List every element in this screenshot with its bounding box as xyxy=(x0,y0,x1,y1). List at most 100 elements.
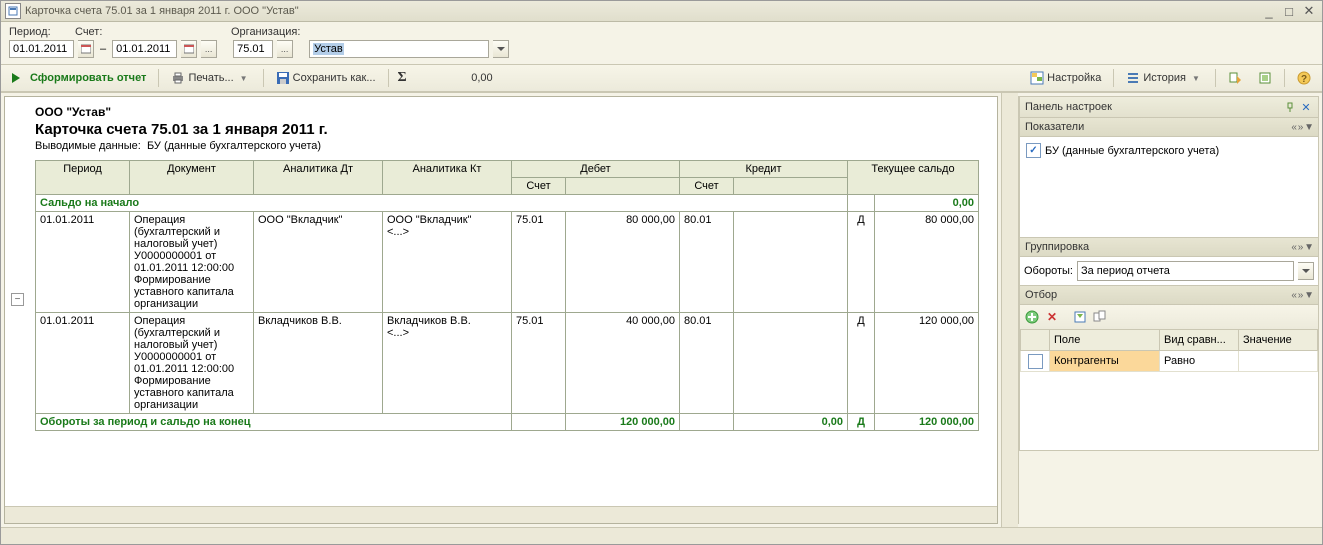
filter-row[interactable]: Контрагенты Равно xyxy=(1021,351,1318,372)
col-debit-acct: Счет xyxy=(512,178,566,195)
account-input[interactable]: 75.01 xyxy=(233,40,273,58)
filter-header[interactable]: Отбор « » ▼ xyxy=(1019,286,1319,305)
col-debit: Дебет xyxy=(512,161,680,178)
settings-button[interactable]: Настройка xyxy=(1023,67,1108,89)
close-button[interactable]: ✕ xyxy=(1300,4,1318,18)
app-window: Карточка счета 75.01 за 1 января 2011 г.… xyxy=(0,0,1323,545)
sum-value: 0,00 xyxy=(413,72,499,84)
col-credit: Кредит xyxy=(680,161,848,178)
settings-icon xyxy=(1030,71,1044,85)
content-area: − ООО "Устав" Карточка счета 75.01 за 1 … xyxy=(1,92,1322,527)
print-button[interactable]: Печать... ▼ xyxy=(164,67,257,89)
maximize-button[interactable]: □ xyxy=(1280,4,1298,18)
title-bar: Карточка счета 75.01 за 1 января 2011 г.… xyxy=(1,1,1322,22)
history-button[interactable]: История ▼ xyxy=(1119,67,1210,89)
filter-col-check xyxy=(1021,330,1050,351)
sigma-icon: Σ xyxy=(394,70,411,86)
section-arrows-icon[interactable]: « » ▼ xyxy=(1291,242,1313,253)
filter-cmp-cell[interactable]: Равно xyxy=(1160,351,1239,372)
minimize-button[interactable]: _ xyxy=(1260,4,1278,18)
col-document: Документ xyxy=(130,161,254,195)
run-report-button[interactable]: Сформировать отчет xyxy=(5,67,153,89)
report-scroll[interactable]: − ООО "Устав" Карточка счета 75.01 за 1 … xyxy=(5,97,997,506)
svg-text:?: ? xyxy=(1301,74,1307,85)
period-select-button[interactable]: ... xyxy=(201,40,217,58)
horizontal-scrollbar[interactable] xyxy=(5,506,997,523)
panel-pin-button[interactable] xyxy=(1283,100,1297,114)
disk-icon xyxy=(276,71,290,85)
section-arrows-icon[interactable]: « » ▼ xyxy=(1291,122,1313,133)
col-period: Период xyxy=(36,161,130,195)
report-subinfo: Выводимые данные: БУ (данные бухгалтерск… xyxy=(35,140,985,152)
chevron-down-icon: ▼ xyxy=(1189,71,1203,85)
date-separator: – xyxy=(98,43,108,55)
panel-close-button[interactable]: ✕ xyxy=(1299,100,1313,114)
org-dropdown-button[interactable] xyxy=(493,40,509,58)
period-label: Период: xyxy=(9,26,69,38)
help-icon: ? xyxy=(1297,71,1311,85)
org-label: Организация: xyxy=(231,26,300,38)
section-arrows-icon[interactable]: « » ▼ xyxy=(1291,290,1313,301)
remove-filter-button[interactable]: ✕ xyxy=(1043,308,1061,326)
col-analytics-dt: Аналитика Дт xyxy=(254,161,383,195)
grouping-body: Обороты: За период отчета xyxy=(1019,257,1319,286)
org-input[interactable]: Устав xyxy=(309,40,489,58)
col-balance: Текущее сальдо xyxy=(848,161,979,195)
filter-tool-1-button[interactable] xyxy=(1071,308,1089,326)
settings-panel: Панель настроек ✕ Показатели « » ▼ ✓ БУ … xyxy=(1018,96,1319,524)
col-analytics-kt: Аналитика Кт xyxy=(383,161,512,195)
turns-dropdown-button[interactable] xyxy=(1298,262,1314,280)
filter-col-val: Значение xyxy=(1239,330,1318,351)
table-row[interactable]: 01.01.2011 Операция (бухгалтерский и нал… xyxy=(36,212,979,313)
tool-button-1[interactable] xyxy=(1221,67,1249,89)
col-debit-amt xyxy=(566,178,680,195)
collapse-toggle[interactable]: − xyxy=(11,293,24,306)
settings-panel-header: Панель настроек ✕ xyxy=(1019,96,1319,118)
turnover-row: Обороты за период и сальдо на конец 120 … xyxy=(36,414,979,431)
col-credit-acct: Счет xyxy=(680,178,734,195)
filter-toolbar: ✕ xyxy=(1019,305,1319,330)
filter-col-cmp: Вид сравн... xyxy=(1160,330,1239,351)
report-org-title: ООО "Устав" xyxy=(35,105,985,119)
play-icon xyxy=(12,73,25,83)
tool-icon xyxy=(1228,71,1242,85)
account-select-button[interactable]: ... xyxy=(277,40,293,58)
app-icon xyxy=(5,3,21,19)
list-icon xyxy=(1126,71,1140,85)
grouping-header[interactable]: Группировка « » ▼ xyxy=(1019,238,1319,257)
help-button[interactable]: ? xyxy=(1290,67,1318,89)
indicators-header[interactable]: Показатели « » ▼ xyxy=(1019,118,1319,137)
table-row[interactable]: 01.01.2011 Операция (бухгалтерский и нал… xyxy=(36,313,979,414)
checkbox-checked-icon[interactable]: ✓ xyxy=(1026,143,1041,158)
tool-button-2[interactable] xyxy=(1251,67,1279,89)
status-bar xyxy=(1,527,1322,544)
filter-val-cell[interactable] xyxy=(1239,351,1318,372)
account-label: Счет: xyxy=(75,26,225,38)
filter-grid: Поле Вид сравн... Значение Контрагенты Р… xyxy=(1019,330,1319,451)
window-title: Карточка счета 75.01 за 1 января 2011 г.… xyxy=(25,5,299,17)
report-title: Карточка счета 75.01 за 1 января 2011 г. xyxy=(35,121,985,138)
filter-field-cell[interactable]: Контрагенты xyxy=(1050,351,1160,372)
date-to-input[interactable]: 01.01.2011 xyxy=(112,40,177,58)
date-from-calendar-button[interactable] xyxy=(78,40,94,58)
save-as-button[interactable]: Сохранить как... xyxy=(269,67,383,89)
toolbar: Сформировать отчет Печать... ▼ Сохранить… xyxy=(1,64,1322,92)
balance-start-row: Сальдо на начало 0,00 xyxy=(36,195,979,212)
turns-select[interactable]: За период отчета xyxy=(1077,261,1294,281)
indicator-bu-row[interactable]: ✓ БУ (данные бухгалтерского учета) xyxy=(1024,141,1314,160)
checkbox-icon[interactable] xyxy=(1028,354,1043,369)
turns-label: Обороты: xyxy=(1024,265,1073,277)
report-area: − ООО "Устав" Карточка счета 75.01 за 1 … xyxy=(4,96,998,524)
vertical-scrollbar[interactable] xyxy=(1001,93,1018,527)
parameters-panel: Период: Счет: Организация: 01.01.2011 – … xyxy=(1,22,1322,64)
report-table: Период Документ Аналитика Дт Аналитика К… xyxy=(35,160,979,431)
date-from-input[interactable]: 01.01.2011 xyxy=(9,40,74,58)
col-credit-amt xyxy=(734,178,848,195)
indicators-body: ✓ БУ (данные бухгалтерского учета) xyxy=(1019,137,1319,238)
printer-icon xyxy=(171,71,185,85)
chevron-down-icon: ▼ xyxy=(237,71,251,85)
date-to-calendar-button[interactable] xyxy=(181,40,197,58)
filter-tool-2-button[interactable] xyxy=(1091,308,1109,326)
tool-icon xyxy=(1258,71,1272,85)
add-filter-button[interactable] xyxy=(1023,308,1041,326)
